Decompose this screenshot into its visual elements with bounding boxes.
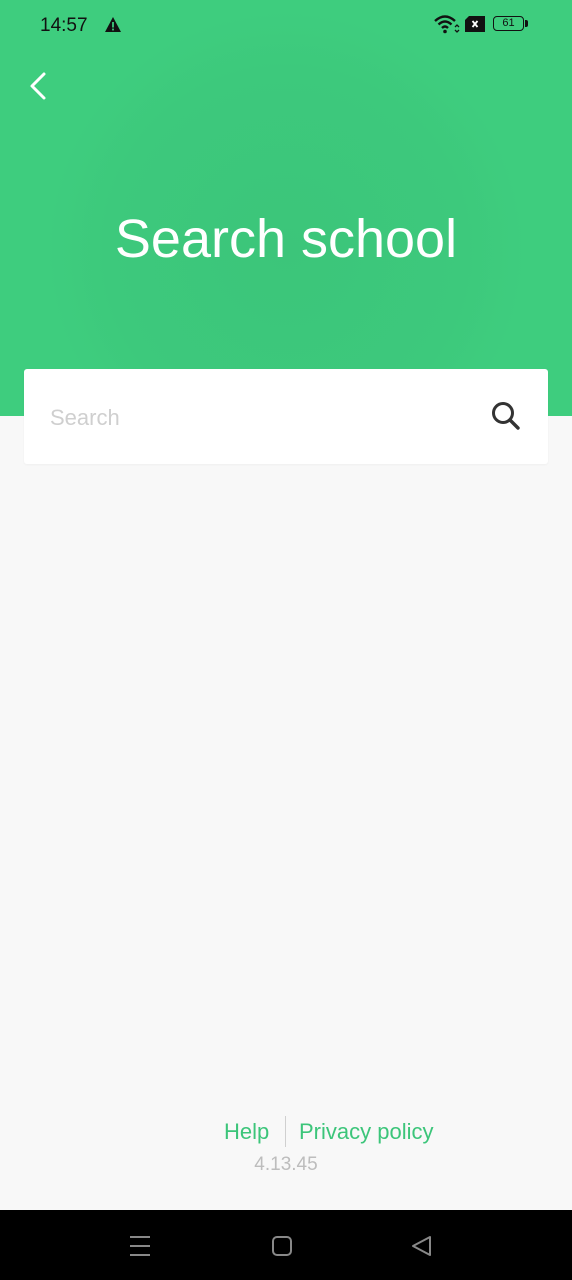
search-input[interactable] xyxy=(48,393,472,443)
footer-links: Help Privacy policy xyxy=(0,1116,572,1148)
recent-apps-icon[interactable] xyxy=(128,1234,154,1258)
search-box xyxy=(24,369,548,464)
back-triangle-icon[interactable] xyxy=(410,1234,434,1258)
battery-indicator: 61 xyxy=(493,16,529,34)
system-nav-bar xyxy=(0,1210,572,1280)
wifi-icon xyxy=(434,15,460,34)
help-link[interactable]: Help xyxy=(224,1119,269,1145)
search-icon[interactable] xyxy=(490,400,522,432)
header-banner: 14:57 61 Search school xyxy=(0,0,572,416)
warning-triangle-icon xyxy=(105,17,121,32)
home-icon[interactable] xyxy=(270,1234,294,1258)
chevron-left-icon xyxy=(30,72,46,100)
footer-divider xyxy=(285,1116,286,1147)
battery-level: 61 xyxy=(493,16,524,31)
no-sim-icon xyxy=(465,16,485,32)
page-title: Search school xyxy=(114,209,458,270)
status-time: 14:57 xyxy=(40,15,88,36)
status-bar: 14:57 61 xyxy=(0,0,572,52)
privacy-policy-link[interactable]: Privacy policy xyxy=(299,1119,433,1145)
back-button[interactable] xyxy=(24,68,56,104)
battery-cap xyxy=(525,20,528,27)
app-version: 4.13.45 xyxy=(254,1154,318,1175)
